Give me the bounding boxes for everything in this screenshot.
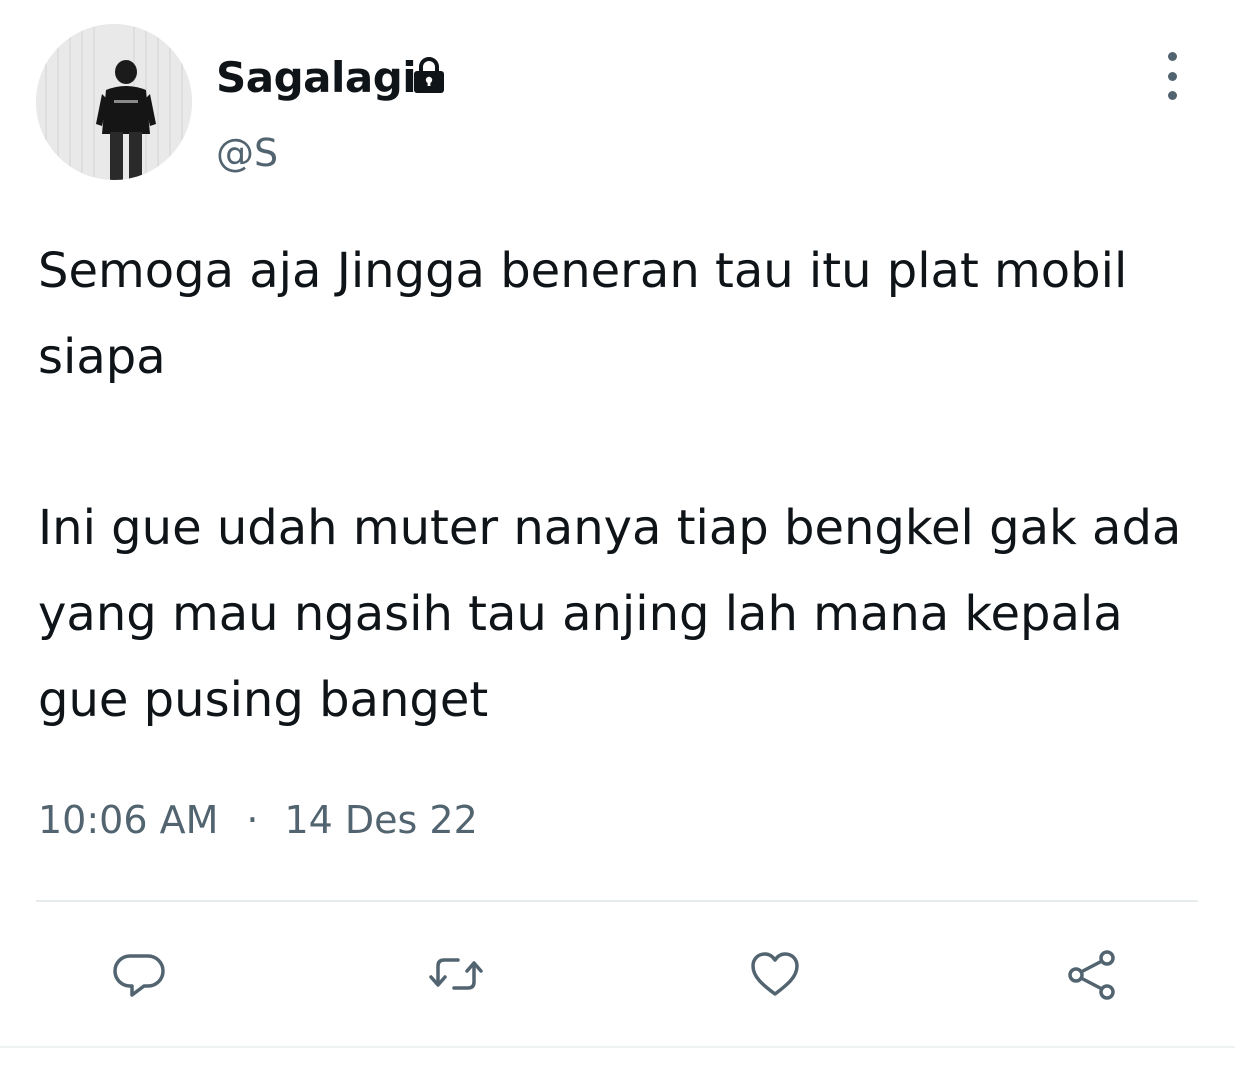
display-name[interactable]: Sagalagi [216,50,417,106]
reply-icon [113,954,165,997]
tweet-time: 10:06 AM [38,798,219,842]
lock-icon [414,57,444,93]
tweet-date: 14 Des 22 [284,798,478,842]
meta-separator: · [246,798,259,842]
tweet-text: Semoga aja Jingga beneran tau itu plat m… [38,228,1198,743]
more-dot [1167,91,1177,100]
retweet-button[interactable] [426,944,486,1004]
tweet-card: Sagalagi @S Semoga aja Jingga beneran ta… [0,0,1235,1065]
more-options-icon[interactable] [1152,52,1192,100]
like-icon [751,952,799,996]
user-handle[interactable]: @S [216,128,278,178]
avatar[interactable] [36,24,192,180]
more-dot [1167,71,1177,81]
more-dot [1167,52,1177,61]
like-button[interactable] [745,944,805,1004]
retweet-icon [429,958,483,990]
bottom-divider [0,1046,1235,1048]
tweet-paragraph: Semoga aja Jingga beneran tau itu plat m… [38,243,1128,385]
tweet-paragraph: Ini gue udah muter nanya tiap bengkel ga… [38,500,1182,728]
share-icon [1068,950,1115,1000]
tweet-timestamp[interactable]: 10:06 AM · 14 Des 22 [38,794,478,846]
divider [36,900,1198,902]
share-button[interactable] [1062,944,1122,1004]
profile-photo [36,24,192,180]
reply-button[interactable] [110,944,170,1004]
